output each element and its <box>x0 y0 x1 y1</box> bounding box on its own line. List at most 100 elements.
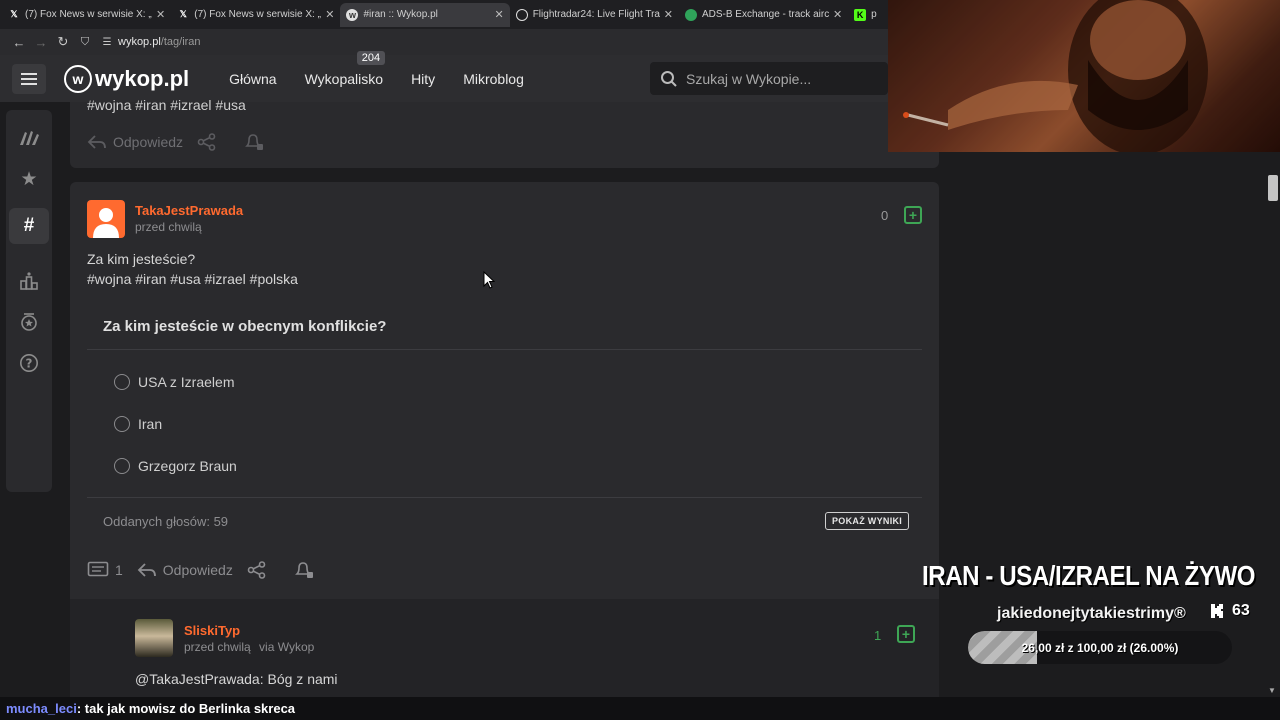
hashtag-icon[interactable]: # <box>9 208 49 244</box>
share-icon[interactable] <box>247 561 267 579</box>
radio-button[interactable] <box>114 458 130 474</box>
left-rail: ★ # ? <box>0 102 60 700</box>
tab-title: #iran :: Wykop.pl <box>363 9 438 20</box>
poll-post: TakaJestPrawada przed chwilą 0 + Za kim … <box>70 182 939 702</box>
comment-author[interactable]: SliskiTyp <box>184 623 240 638</box>
comment-via: via Wykop <box>259 640 315 654</box>
bell-icon[interactable] <box>243 132 265 152</box>
radio-button[interactable] <box>114 374 130 390</box>
vote-count: 0 <box>881 208 889 223</box>
links-icon[interactable] <box>9 120 49 156</box>
close-icon[interactable]: ✕ <box>664 8 673 21</box>
chat-username: mucha_leci <box>6 701 77 716</box>
poll-option-iran[interactable]: Iran <box>114 416 162 432</box>
logo-text: wykop.pl <box>95 65 190 91</box>
post-tags: #wojna #iran #izrael #usa <box>87 97 246 113</box>
post-tags[interactable]: #wojna #iran #usa #izrael #polska <box>87 269 298 289</box>
url-host: wykop.pl <box>118 36 161 48</box>
site-info-icon[interactable]: ☰ <box>96 37 118 48</box>
wykop-logo[interactable]: w wykop.pl <box>64 64 190 93</box>
poll-option-usa[interactable]: USA z Izraelem <box>114 374 234 390</box>
url-path: /tag/iran <box>160 36 201 48</box>
reply-icon <box>87 135 106 149</box>
show-results-button[interactable]: POKAŻ WYNIKI <box>825 512 910 530</box>
avatar[interactable] <box>135 619 173 657</box>
menu-icon[interactable] <box>12 63 46 94</box>
reply-label: Odpowiedz <box>162 562 233 578</box>
close-icon[interactable]: ✕ <box>156 8 165 21</box>
plus-vote-button[interactable]: + <box>904 206 922 224</box>
back-icon[interactable]: ← <box>8 35 30 50</box>
help-icon[interactable]: ? <box>9 345 49 381</box>
kick-icon <box>1211 604 1223 618</box>
reply-button[interactable]: Odpowiedz <box>87 134 183 150</box>
option-label: Grzegorz Braun <box>138 458 237 474</box>
vote-count: 1 <box>874 628 882 643</box>
browser-tab-flightradar[interactable]: Flightradar24: Live Flight Tracke ✕ <box>510 3 679 27</box>
award-icon[interactable] <box>9 304 49 340</box>
share-icon[interactable] <box>197 133 217 151</box>
comment-icon <box>87 561 109 577</box>
browser-tab-fox-news-2[interactable]: 𝕏 (7) Fox News w serwisie X: „BRE ✕ <box>171 3 340 27</box>
tab-title: Flightradar24: Live Flight Tracke <box>532 9 660 20</box>
close-icon[interactable]: ✕ <box>325 8 334 21</box>
wykop-favicon: w <box>346 8 359 21</box>
post-text: Za kim jesteście? #wojna #iran #usa #izr… <box>87 249 298 289</box>
browser-tab-wykop[interactable]: w #iran :: Wykop.pl ✕ <box>340 2 510 27</box>
channel-name: jakiedonejtytakiestrimy® <box>997 605 1186 622</box>
comments-button[interactable]: 1 <box>87 561 123 579</box>
browser-tab-fox-news-1[interactable]: 𝕏 (7) Fox News w serwisie X: „BRE ✕ <box>2 3 171 27</box>
kick-icon: K <box>854 8 867 21</box>
url-field[interactable]: wykop.pl /tag/iran <box>118 36 201 48</box>
scrollbar-thumb[interactable] <box>1268 175 1278 201</box>
radio-button[interactable] <box>114 416 130 432</box>
nav-wykopalisko[interactable]: Wykopalisko 204 <box>304 50 386 87</box>
bell-icon[interactable] <box>293 560 315 580</box>
post-actions: 1 Odpowiedz <box>87 560 315 580</box>
scrollbar-track[interactable] <box>1266 155 1280 700</box>
mention-link[interactable]: @TakaJestPrawada <box>135 671 260 687</box>
browser-tab-adsb[interactable]: ADS-B Exchange - track aircraft ✕ <box>679 3 848 27</box>
x-logo-icon: 𝕏 <box>10 9 18 19</box>
flightradar-icon <box>515 8 528 21</box>
search-input[interactable] <box>686 70 866 87</box>
tab-title: p <box>871 9 877 20</box>
count-badge: 204 <box>356 50 386 65</box>
nav-hity[interactable]: Hity <box>411 71 435 87</box>
star-icon[interactable]: ★ <box>9 161 49 197</box>
poll-question: Za kim jesteście w obecnym konflikcie? <box>103 318 387 335</box>
option-label: Iran <box>138 416 163 432</box>
close-icon[interactable]: ✕ <box>833 8 842 21</box>
shield-icon[interactable]: ⛉ <box>74 36 96 49</box>
comment-time: przed chwilą <box>184 640 251 654</box>
address-bar: ← → ↻ ⛉ ☰ wykop.pl /tag/iran <box>0 29 888 55</box>
avatar[interactable] <box>87 200 125 238</box>
reply-button[interactable]: Odpowiedz <box>137 562 233 578</box>
forward-icon[interactable]: → <box>30 35 52 50</box>
plus-vote-button[interactable]: + <box>897 625 915 643</box>
ranking-icon[interactable] <box>9 263 49 299</box>
post-author[interactable]: TakaJestPrawada <box>135 203 243 218</box>
post-text-line: Za kim jesteście? <box>87 251 196 267</box>
nav-mikroblog[interactable]: Mikroblog <box>463 71 524 87</box>
poll-option-braun[interactable]: Grzegorz Braun <box>114 458 237 474</box>
rail-menu: ★ # ? <box>6 110 52 492</box>
wykop-logo-icon: w <box>64 64 92 93</box>
close-icon[interactable]: ✕ <box>494 8 503 21</box>
reload-icon[interactable]: ↻ <box>52 34 74 50</box>
reply-label: Odpowiedz <box>113 134 184 150</box>
main-nav: Główna Wykopalisko 204 Hity Mikroblog <box>229 50 524 87</box>
post-actions: Odpowiedz <box>87 132 265 152</box>
browser-tab-kick[interactable]: K p <box>848 3 888 27</box>
webcam-video <box>888 0 1280 152</box>
nav-glowna[interactable]: Główna <box>229 71 276 87</box>
chat-text: : tak jak mowisz do Berlinka skreca <box>76 701 296 716</box>
option-label: USA z Izraelem <box>138 374 235 390</box>
nav-wykopalisko-label: Wykopalisko <box>304 70 384 87</box>
kick-viewers: 63 <box>1210 602 1250 620</box>
divider <box>87 349 922 350</box>
post-time: przed chwilą <box>135 220 202 234</box>
tab-title: (7) Fox News w serwisie X: „BRE <box>194 9 321 20</box>
scroll-down-icon[interactable]: ▼ <box>1268 686 1276 695</box>
goal-text: 26,00 zł z 100,00 zł (26.00%) <box>1021 640 1179 655</box>
